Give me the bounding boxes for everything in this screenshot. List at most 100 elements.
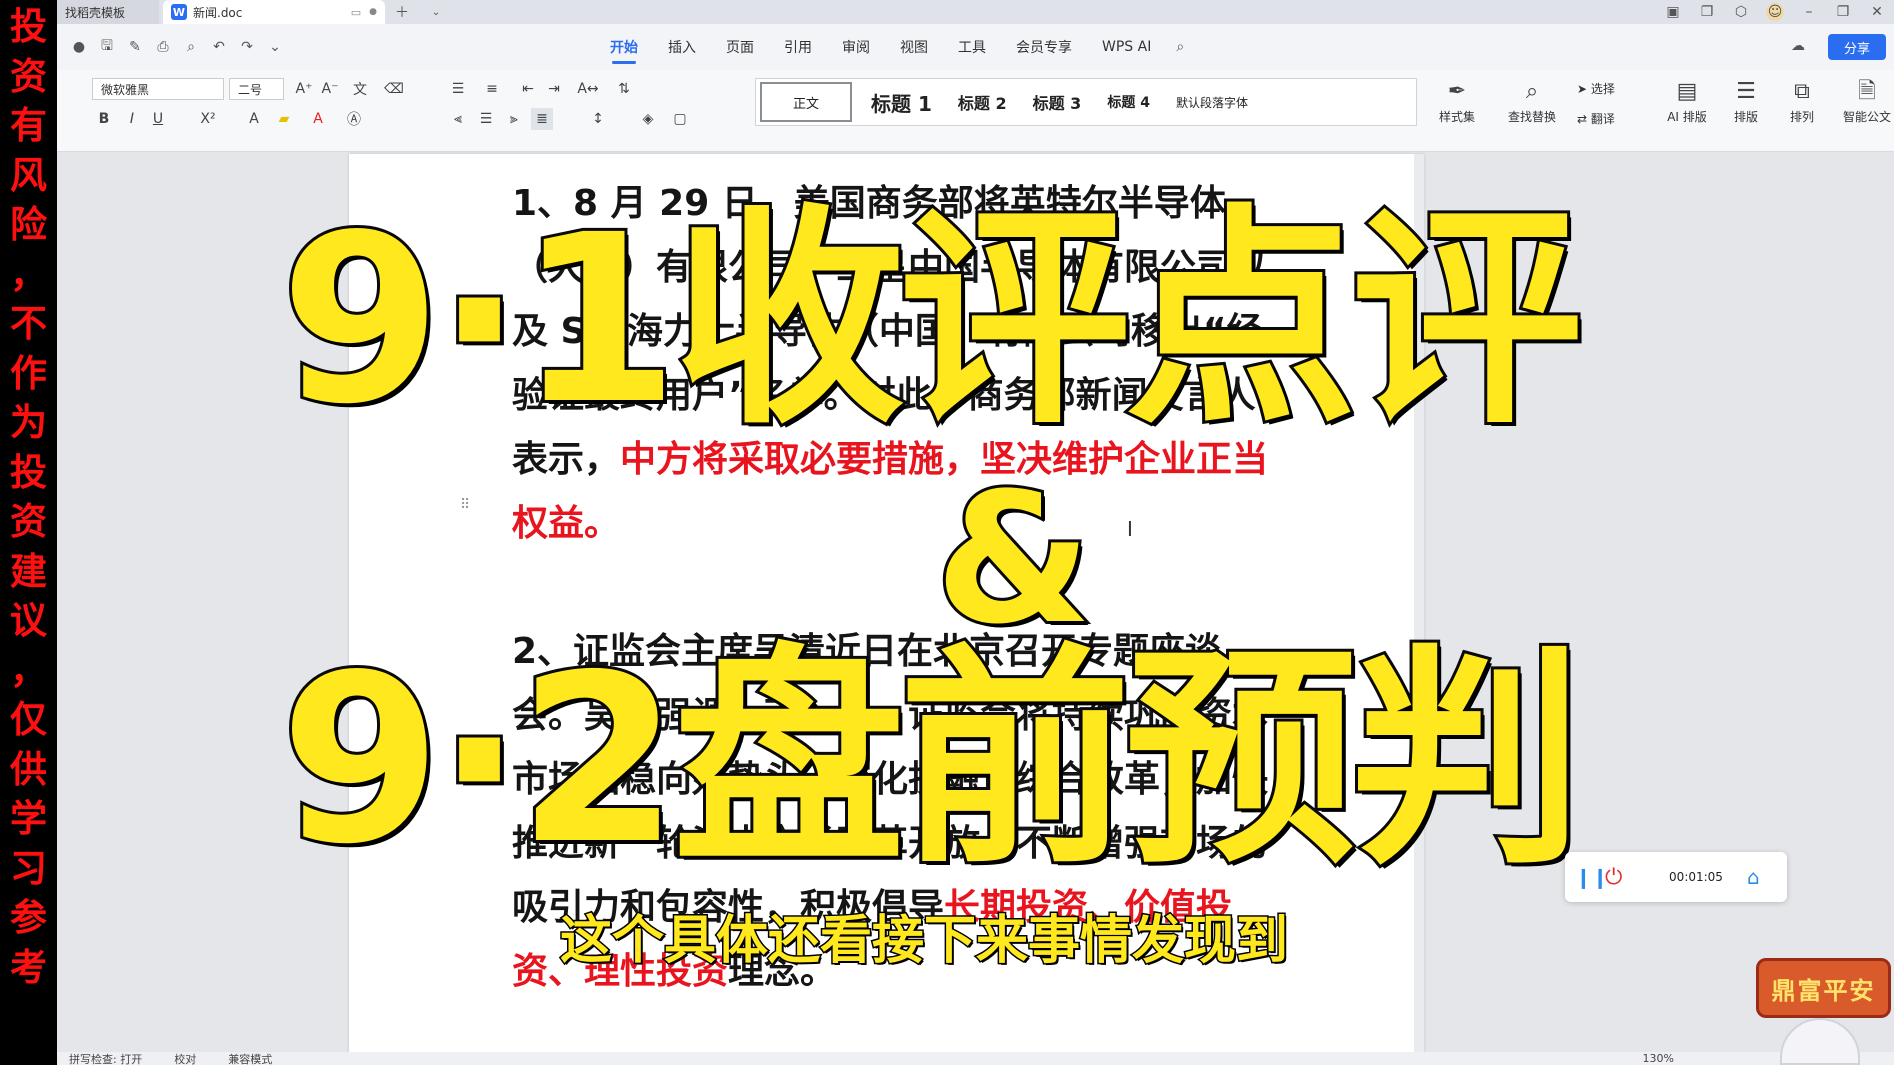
risk-warning-char: 考 — [10, 945, 47, 989]
smart-doc-button[interactable]: 🗎 智能公文 — [1837, 76, 1894, 125]
style-gallery: 正文 标题 1 标题 2 标题 3 标题 4 默认段落字体 — [755, 78, 1417, 126]
risk-warning-strip: 投资有风险，不作为投资建议，仅供学习参考 — [0, 0, 57, 1065]
font-name-select[interactable]: 微软雅黑 — [92, 78, 224, 100]
shading-icon[interactable]: ◈ — [637, 108, 659, 130]
translate-button[interactable]: ⇄ 翻译 — [1577, 110, 1637, 127]
arrange-button[interactable]: ⧉ 排列 — [1777, 76, 1827, 125]
justify-icon[interactable]: ≣ — [531, 108, 553, 130]
home-icon[interactable]: ⌂ — [1747, 865, 1777, 889]
risk-warning-char: 投 — [10, 5, 47, 48]
superscript-icon[interactable]: X² — [197, 108, 219, 130]
window-icon[interactable]: ❐ — [1698, 3, 1716, 21]
compat-mode-status: 兼容模式 — [228, 1052, 273, 1065]
find-replace-button[interactable]: ⌕ 查找替换 — [1497, 76, 1567, 125]
monitor-icon[interactable]: ▭ — [351, 6, 361, 19]
border-icon[interactable]: ▢ — [669, 108, 691, 130]
stop-power-icon[interactable]: ⏻ — [1605, 865, 1645, 890]
save-icon[interactable]: 🖫 — [97, 37, 117, 57]
menu-tab-review[interactable]: 审阅 — [842, 24, 870, 70]
line-spacing-icon[interactable]: ↕ — [587, 108, 609, 130]
outdent-icon[interactable]: ⇤ — [517, 78, 539, 100]
menu-dot-icon[interactable]: ● — [69, 37, 89, 57]
screen-recorder-widget: ❙❙ ⏻ 00:01:05 ⌂ — [1565, 852, 1787, 902]
quick-access-toolbar: ● 🖫 ✎ ⎙ ⌕ ↶ ↷ ⌄ — [57, 37, 577, 57]
new-tab-icon[interactable]: ＋ — [393, 3, 411, 21]
zoom-level[interactable]: 130% — [1643, 1052, 1674, 1065]
chevron-down-icon[interactable]: ⌄ — [265, 37, 285, 57]
menu-tab-home[interactable]: 开始 — [610, 24, 638, 70]
spellcheck-status[interactable]: 拼写检查: 打开 — [69, 1051, 142, 1065]
close-icon[interactable]: ✕ — [1868, 3, 1886, 21]
redo-icon[interactable]: ↷ — [237, 37, 257, 57]
menu-tab-references[interactable]: 引用 — [784, 24, 812, 70]
channel-logo-badge: 鼎富平安 — [1756, 958, 1891, 1018]
font-size-select[interactable]: 二号 — [229, 78, 284, 100]
clear-format-icon[interactable]: ⌫ — [383, 78, 405, 100]
drag-handle-icon[interactable]: ⠿ — [460, 497, 470, 513]
cube-icon[interactable]: ⬡ — [1732, 3, 1750, 21]
risk-warning-char: 不 — [10, 302, 47, 345]
align-center-icon[interactable]: ☰ — [475, 108, 497, 130]
print-preview-icon[interactable]: ⌕ — [181, 37, 201, 57]
risk-warning-char: 供 — [10, 747, 47, 791]
restore-icon[interactable]: ❐ — [1834, 3, 1852, 21]
text-effect-icon[interactable]: A — [243, 108, 265, 130]
ai-layout-button[interactable]: ▤ AI 排版 — [1657, 76, 1717, 125]
sort-icon[interactable]: ⇅ — [613, 78, 635, 100]
tab-document[interactable]: W 新闻.doc ▭ ● — [163, 0, 385, 24]
style-heading-1[interactable]: 标题 1 — [871, 88, 932, 117]
format-painter-icon[interactable]: ✎ — [125, 37, 145, 57]
char-shading-icon[interactable]: Ⓐ — [343, 108, 365, 130]
risk-warning-char: 作 — [10, 351, 47, 395]
gallery-icon[interactable]: ▣ — [1664, 3, 1682, 21]
align-left-icon[interactable]: ⫷ — [447, 108, 469, 130]
chevron-down-icon[interactable]: ⌄ — [427, 3, 445, 21]
tab-bar: 找稻壳模板 W 新闻.doc ▭ ● ＋ ⌄ ▣ ❐ ⬡ ☺ – ❐ ✕ — [57, 0, 1894, 24]
select-button[interactable]: ➤ 选择 — [1577, 80, 1637, 97]
style-default-font[interactable]: 默认段落字体 — [1176, 94, 1248, 111]
pause-icon[interactable]: ❙❙ — [1575, 865, 1609, 889]
phonetic-icon[interactable]: 文 — [349, 78, 371, 100]
cloud-sync-icon[interactable]: ☁ — [1788, 36, 1808, 56]
char-spacing-icon[interactable]: A↔ — [577, 78, 599, 100]
cursor-icon: ➤ — [1577, 82, 1588, 96]
menu-tab-page[interactable]: 页面 — [726, 24, 754, 70]
risk-warning-char: 议 — [10, 599, 47, 642]
align-right-icon[interactable]: ⫸ — [503, 108, 525, 130]
italic-icon[interactable]: I — [121, 108, 143, 130]
arrange-icon: ⧉ — [1794, 79, 1810, 104]
numbered-list-icon[interactable]: ≡ — [481, 78, 503, 100]
increase-font-icon[interactable]: A⁺ — [293, 78, 315, 100]
style-heading-4[interactable]: 标题 4 — [1107, 92, 1150, 112]
style-heading-2[interactable]: 标题 2 — [958, 90, 1007, 114]
layout-button[interactable]: ☰ 排版 — [1721, 76, 1771, 125]
avatar[interactable]: ☺ — [1766, 3, 1784, 21]
risk-warning-char: 资 — [10, 500, 47, 543]
tab-template[interactable]: 找稻壳模板 — [57, 0, 159, 24]
menu-tab-insert[interactable]: 插入 — [668, 24, 696, 70]
undo-icon[interactable]: ↶ — [209, 37, 229, 57]
menu-tab-tools[interactable]: 工具 — [958, 24, 986, 70]
search-icon[interactable]: ⌕ — [1170, 37, 1190, 57]
style-set-button[interactable]: ✒ 样式集 — [1427, 76, 1487, 125]
decrease-font-icon[interactable]: A⁻ — [319, 78, 341, 100]
video-subtitle: 这个具体还看接下来事情发现到 — [558, 910, 1289, 973]
risk-warning-char: 建 — [10, 549, 47, 593]
menu-tab-member[interactable]: 会员专享 — [1016, 24, 1072, 70]
indent-icon[interactable]: ⇥ — [543, 78, 565, 100]
menu-tab-view[interactable]: 视图 — [900, 24, 928, 70]
bold-icon[interactable]: B — [93, 108, 115, 130]
font-color-icon[interactable]: A — [307, 108, 329, 130]
smart-doc-icon: 🗎 — [1858, 79, 1876, 104]
share-button[interactable]: 分享 — [1828, 34, 1886, 60]
style-normal[interactable]: 正文 — [760, 82, 852, 122]
overlay-ampersand: & — [932, 455, 1095, 664]
highlight-icon[interactable]: ▰ — [273, 108, 295, 130]
style-heading-3[interactable]: 标题 3 — [1033, 90, 1082, 114]
print-icon[interactable]: ⎙ — [153, 37, 173, 57]
menu-tab-wps-ai[interactable]: WPS AI — [1102, 24, 1151, 70]
bullet-list-icon[interactable]: ☰ — [447, 78, 469, 100]
underline-icon[interactable]: U — [147, 108, 169, 130]
proofread-status[interactable]: 校对 — [174, 1051, 196, 1065]
minimize-icon[interactable]: – — [1800, 3, 1818, 21]
